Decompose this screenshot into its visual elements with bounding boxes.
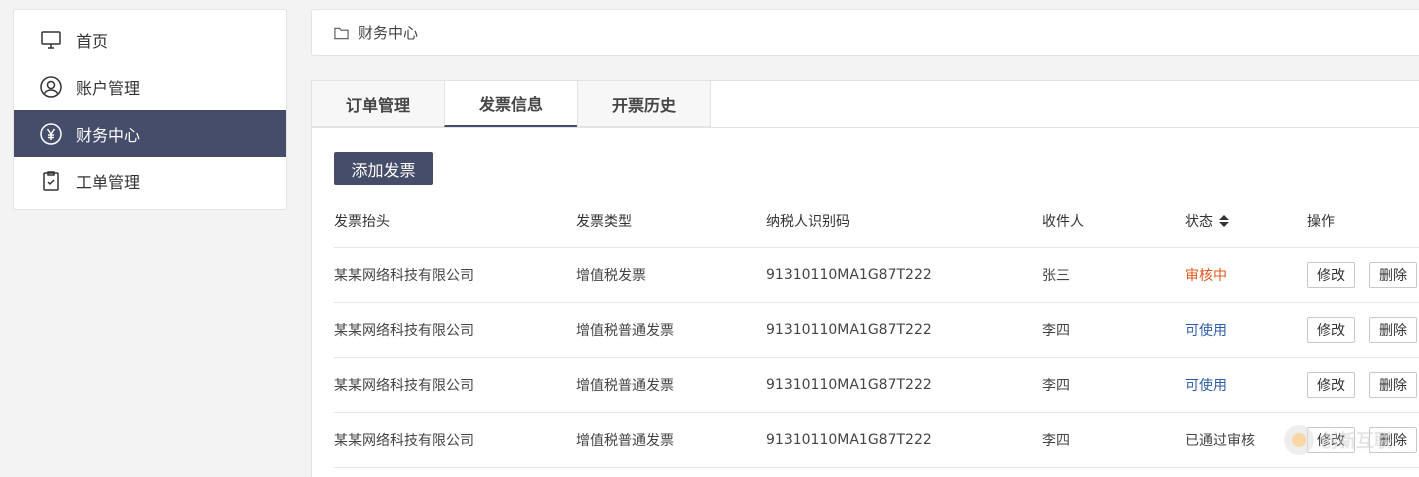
status-badge: 可使用 (1185, 323, 1227, 339)
invoice-title: 某某网络科技有限公司 (334, 323, 474, 339)
clipboard-icon (39, 169, 63, 193)
tab-invoice-history[interactable]: 开票历史 (577, 80, 711, 127)
status-column-header[interactable]: 状态 (1185, 211, 1307, 231)
breadcrumb: 财务中心 (311, 9, 1419, 56)
folder-icon (334, 27, 349, 39)
table-row: 某某网络科技有限公司 增值税普通发票 91310110MA1G87T222 李四… (334, 358, 1419, 413)
status-badge: 可使用 (1185, 378, 1227, 394)
sort-icon[interactable] (1219, 215, 1229, 227)
edit-button[interactable]: 修改 (1307, 262, 1355, 288)
recipient: 张三 (1042, 268, 1070, 284)
sidebar-item-label: 财务中心 (76, 125, 141, 145)
delete-button[interactable]: 删除 (1369, 372, 1417, 398)
user-circle-icon (39, 75, 63, 99)
invoice-title: 某某网络科技有限公司 (334, 268, 474, 284)
sidebar-nav: 首页 账户管理 财务中心 工单管理 (13, 9, 287, 210)
delete-button[interactable]: 删除 (1369, 262, 1417, 288)
tab-bar: 订单管理 发票信息 开票历史 (311, 80, 711, 128)
yen-circle-icon (39, 122, 63, 146)
row-actions: 修改 删除 (1307, 262, 1419, 288)
tab-invoice-info[interactable]: 发票信息 (444, 80, 578, 127)
table-row: 某某网络科技有限公司 增值税普通发票 91310110MA1G87T222 李四… (334, 303, 1419, 358)
table-row: 某某网络科技有限公司 增值税发票 91310110MA1G87T222 张三 审… (334, 248, 1419, 303)
status-badge: 审核中 (1185, 268, 1227, 284)
watermark: 创新互联 (1284, 425, 1392, 455)
recipient: 李四 (1042, 323, 1070, 339)
tax-id: 91310110MA1G87T222 (766, 377, 932, 393)
column-header: 发票类型 (576, 214, 632, 230)
add-invoice-button[interactable]: 添加发票 (334, 152, 433, 185)
monitor-icon (39, 28, 63, 52)
column-header: 纳税人识别码 (766, 214, 850, 230)
tax-id: 91310110MA1G87T222 (766, 322, 932, 338)
sidebar-item-label: 账户管理 (76, 78, 141, 98)
watermark-text: 创新互联 (1320, 431, 1392, 452)
sidebar-item-finance[interactable]: 财务中心 (14, 110, 286, 157)
tax-id: 91310110MA1G87T222 (766, 267, 932, 283)
recipient: 李四 (1042, 433, 1070, 449)
tab-orders[interactable]: 订单管理 (311, 80, 445, 127)
column-header: 发票抬头 (334, 214, 390, 230)
tax-id: 91310110MA1G87T222 (766, 432, 932, 448)
sidebar-item-account[interactable]: 账户管理 (14, 63, 286, 110)
table-row: 某某网络科技有限公司 增值税普通发票 91310110MA1G87T222 李四… (334, 413, 1419, 468)
recipient: 李四 (1042, 378, 1070, 394)
main-panel: 订单管理 发票信息 开票历史 添加发票 发票抬头 发票类型 纳税人识别码 收件人… (311, 80, 1419, 477)
invoice-title: 某某网络科技有限公司 (334, 378, 474, 394)
column-header: 收件人 (1042, 214, 1084, 230)
invoice-type: 增值税发票 (576, 268, 646, 284)
breadcrumb-label: 财务中心 (358, 24, 419, 42)
invoice-type: 增值税普通发票 (576, 378, 674, 394)
row-actions: 修改 删除 (1307, 317, 1419, 343)
invoice-title: 某某网络科技有限公司 (334, 433, 474, 449)
delete-button[interactable]: 删除 (1369, 317, 1417, 343)
sidebar-item-label: 首页 (76, 31, 109, 51)
watermark-logo-icon (1284, 425, 1314, 455)
row-actions: 修改 删除 (1307, 372, 1419, 398)
sidebar-item-home[interactable]: 首页 (14, 16, 286, 63)
sidebar-item-tickets[interactable]: 工单管理 (14, 157, 286, 204)
table-header: 发票抬头 发票类型 纳税人识别码 收件人 状态 操作 (334, 195, 1419, 248)
edit-button[interactable]: 修改 (1307, 317, 1355, 343)
invoice-type: 增值税普通发票 (576, 433, 674, 449)
edit-button[interactable]: 修改 (1307, 372, 1355, 398)
invoice-table: 发票抬头 发票类型 纳税人识别码 收件人 状态 操作 某某网络科技有限公司 增值… (334, 195, 1419, 468)
invoice-type: 增值税普通发票 (576, 323, 674, 339)
sidebar-item-label: 工单管理 (76, 172, 141, 192)
column-header: 操作 (1307, 214, 1335, 230)
